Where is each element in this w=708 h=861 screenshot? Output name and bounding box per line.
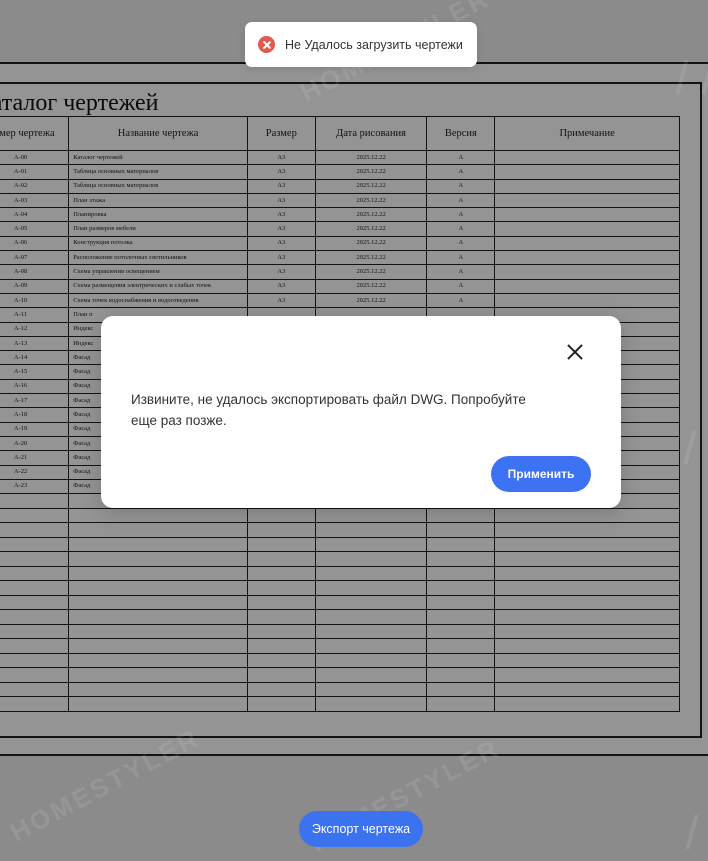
close-icon[interactable] <box>565 342 585 362</box>
toast-message: Не Удалось загрузить чертежи <box>285 37 463 52</box>
error-icon <box>258 36 275 53</box>
export-drawing-button[interactable]: Экспорт чертежа <box>299 811 423 847</box>
apply-button[interactable]: Применить <box>491 456 591 492</box>
dialog-message: Извините, не удалось экспортировать файл… <box>131 392 526 428</box>
error-toast: Не Удалось загрузить чертежи <box>245 22 477 67</box>
error-dialog: Извините, не удалось экспортировать файл… <box>101 316 621 508</box>
